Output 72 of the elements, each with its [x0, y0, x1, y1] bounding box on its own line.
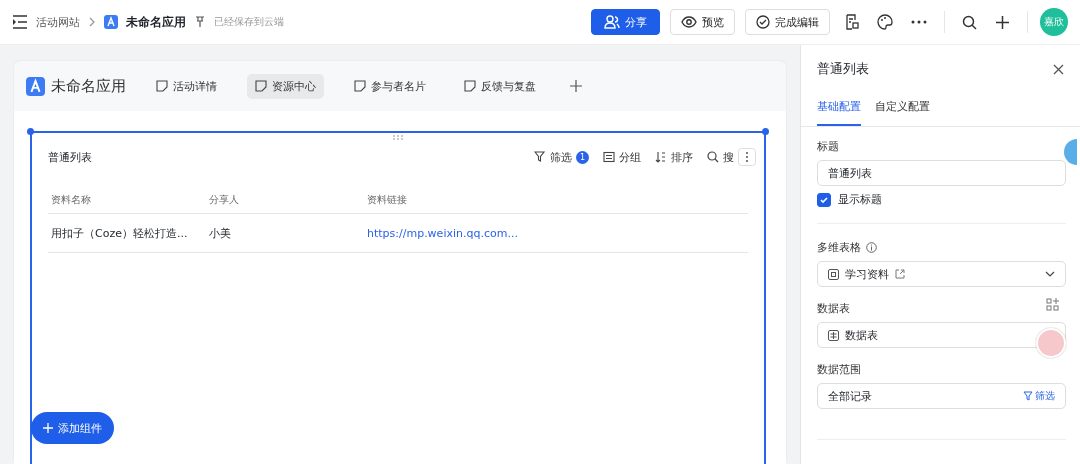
field-label: 数据范围 — [817, 362, 861, 377]
chevron-right-icon — [88, 17, 96, 27]
range-value: 全部记录 — [828, 388, 872, 404]
page-tab[interactable]: 反馈与复盘 — [456, 73, 544, 99]
field-label: 标题 — [817, 139, 839, 154]
chevron-down-icon — [1045, 271, 1055, 277]
checkbox[interactable] — [817, 192, 831, 207]
config-tab[interactable]: 自定义配置 — [875, 93, 930, 126]
filter-button[interactable]: 筛选 1 — [534, 149, 589, 165]
page-tab[interactable]: 活动详情 — [148, 73, 225, 99]
filter-icon — [534, 151, 546, 163]
config-tab[interactable]: 基础配置 — [817, 93, 861, 126]
done-button[interactable]: 完成编辑 — [745, 9, 830, 35]
save-status: 已经保存到云端 — [214, 15, 284, 29]
app-name: 未命名应用 — [126, 13, 186, 31]
filter-link[interactable]: 筛选 — [1023, 389, 1055, 403]
sort-icon — [655, 151, 667, 163]
add-page-icon[interactable] — [570, 80, 582, 92]
app-title: 未命名应用 — [51, 76, 126, 96]
close-icon[interactable] — [1053, 63, 1064, 75]
preview-button[interactable]: 预览 — [670, 9, 735, 35]
title-input[interactable]: 普通列表 — [817, 160, 1066, 186]
search-icon[interactable] — [962, 14, 977, 30]
app-logo-icon — [26, 76, 45, 96]
link-cell[interactable]: https://mp.weixin.qq.com... — [367, 226, 518, 240]
table-cell-text: 用扣子（Coze）轻松打造... — [51, 225, 189, 241]
resize-handle[interactable] — [762, 128, 769, 135]
page-icon — [464, 80, 476, 92]
eye-icon — [681, 16, 697, 28]
add-icon[interactable] — [995, 14, 1010, 30]
plus-icon — [43, 423, 53, 433]
table-icon — [828, 268, 839, 280]
sort-button[interactable]: 排序 — [655, 149, 693, 165]
search-button[interactable]: 搜 — [707, 149, 734, 165]
list-icon — [603, 151, 615, 163]
list-title: 普通列表 — [48, 149, 92, 165]
page-tab[interactable]: 资源中心 — [247, 73, 324, 99]
list-component[interactable]: 普通列表 筛选 1 分组 排序 搜 资料名称 分享人 资料链接 用扣子（Coze）轻松打造... 小美 https://mp.weixin.qq.com... 添加组件 — [30, 131, 766, 464]
palette-icon[interactable] — [877, 14, 893, 30]
table-select[interactable]: 学习资料 — [817, 261, 1066, 287]
count-badge: 1 — [576, 150, 589, 164]
breadcrumb-link[interactable]: 活动网站 — [36, 14, 80, 30]
panel-title: 普通列表 — [817, 60, 869, 78]
field-label: 数据表 — [817, 301, 850, 316]
checkbox-label: 显示标题 — [838, 192, 882, 207]
field-label: 多维表格 — [817, 240, 861, 255]
checkmark-icon — [819, 194, 829, 205]
column-header: 资料名称 — [51, 193, 92, 207]
page-icon — [255, 80, 267, 92]
pin-icon[interactable] — [194, 16, 206, 28]
search-icon — [707, 151, 719, 163]
grid-icon — [828, 329, 839, 341]
page-icon — [156, 80, 168, 92]
document-icon[interactable] — [845, 14, 859, 30]
users-icon — [604, 15, 620, 29]
info-icon[interactable] — [866, 242, 877, 253]
filter-icon — [1023, 391, 1033, 401]
page-icon — [354, 80, 366, 92]
check-circle-icon — [756, 15, 770, 29]
resize-handle[interactable] — [27, 128, 34, 135]
group-button[interactable]: 分组 — [603, 149, 641, 165]
drag-handle-icon[interactable] — [393, 135, 403, 140]
add-component-button[interactable]: 添加组件 — [31, 412, 114, 444]
column-header: 资料链接 — [367, 193, 407, 207]
page-tab[interactable]: 参与者名片 — [346, 73, 434, 99]
table-cell-text: 小美 — [209, 225, 232, 241]
external-link-icon[interactable] — [895, 269, 905, 279]
sidebar-toggle-icon[interactable] — [12, 15, 28, 29]
more-icon[interactable] — [911, 20, 927, 24]
app-logo-icon — [104, 15, 118, 29]
share-button[interactable]: 分享 — [591, 9, 660, 35]
column-header: 分享人 — [209, 193, 240, 207]
